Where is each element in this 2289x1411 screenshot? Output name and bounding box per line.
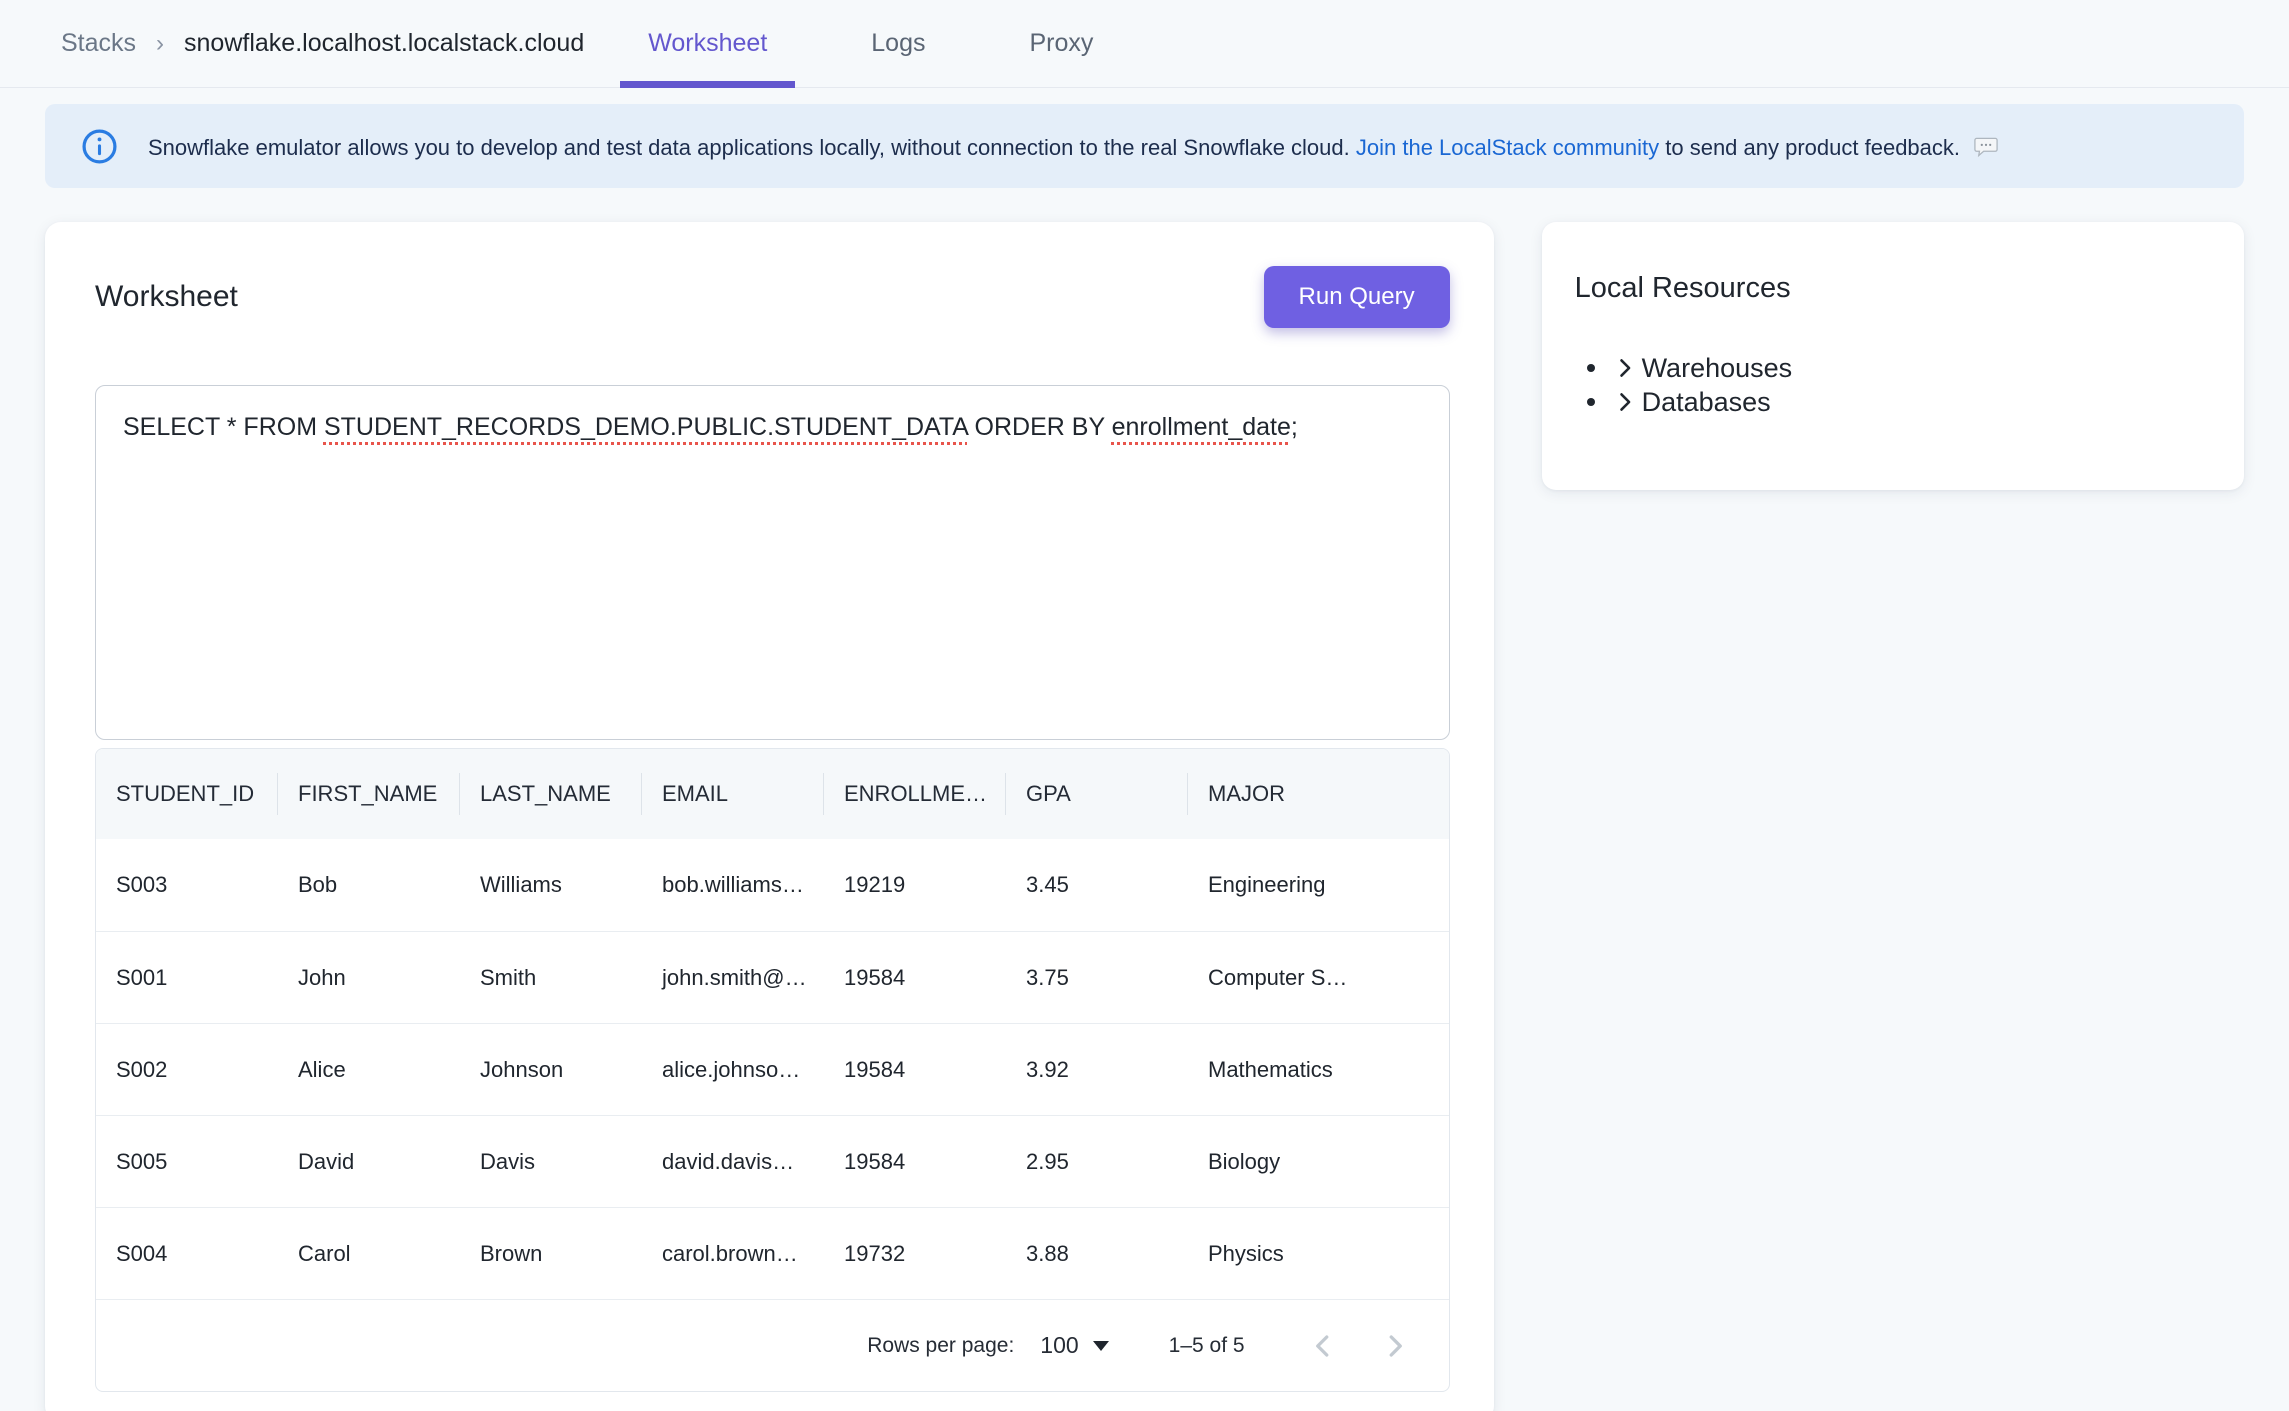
cell-student-id: S001	[96, 932, 278, 1023]
rows-per-page-label: Rows per page:	[867, 1334, 1014, 1358]
worksheet-card: Worksheet Run Query SELECT * FROM STUDEN…	[45, 222, 1494, 1411]
cell-gpa: 2.95	[1006, 1116, 1188, 1207]
cell-major: Engineering	[1188, 839, 1449, 931]
sql-order-by-clause: ORDER BY	[968, 413, 1112, 441]
resource-item-label: Databases	[1642, 387, 1771, 418]
cell-major: Computer S…	[1188, 932, 1449, 1023]
rows-per-page-select[interactable]: 100	[1040, 1332, 1108, 1359]
banner-text-after: to send any product feedback.	[1659, 135, 1960, 160]
column-header-major[interactable]: MAJOR	[1188, 749, 1449, 839]
cell-student-id: S004	[96, 1208, 278, 1299]
table-pagination: Rows per page: 100 1–5 of 5	[96, 1299, 1449, 1391]
column-header-enrollment-date[interactable]: ENROLLME…	[824, 749, 1006, 839]
cell-first-name: Alice	[278, 1024, 460, 1115]
sql-terminator: ;	[1291, 413, 1298, 441]
column-header-email[interactable]: EMAIL	[642, 749, 824, 839]
caret-down-icon	[1093, 1341, 1109, 1351]
cell-student-id: S005	[96, 1116, 278, 1207]
chevron-right-icon	[1377, 1328, 1413, 1364]
bullet-icon	[1587, 364, 1595, 372]
cell-email: john.smith@…	[642, 932, 824, 1023]
sql-select-clause: SELECT * FROM	[123, 413, 324, 441]
cell-last-name: Johnson	[460, 1024, 642, 1115]
tab-worksheet[interactable]: Worksheet	[620, 0, 795, 87]
local-resources-title: Local Resources	[1575, 272, 2214, 305]
local-resources-list: Warehouses Databases	[1575, 351, 2214, 419]
resource-item-warehouses[interactable]: Warehouses	[1587, 351, 2214, 385]
local-resources-card: Local Resources Warehouses Databases	[1542, 222, 2244, 490]
cell-first-name: Carol	[278, 1208, 460, 1299]
tab-logs[interactable]: Logs	[843, 0, 953, 87]
cell-student-id: S003	[96, 839, 278, 931]
previous-page-button[interactable]	[1287, 1310, 1359, 1382]
cell-major: Physics	[1188, 1208, 1449, 1299]
cell-gpa: 3.92	[1006, 1024, 1188, 1115]
cell-enrollment-date: 19219	[824, 839, 1006, 931]
chevron-left-icon	[1305, 1328, 1341, 1364]
cell-email: carol.brown…	[642, 1208, 824, 1299]
rows-per-page-value: 100	[1040, 1332, 1078, 1359]
banner-text: Snowflake emulator allows you to develop…	[148, 132, 2000, 161]
tab-proxy[interactable]: Proxy	[1002, 0, 1122, 87]
sql-order-column: enrollment_date	[1112, 413, 1291, 441]
resource-item-label: Warehouses	[1642, 353, 1793, 384]
column-header-first-name[interactable]: FIRST_NAME	[278, 749, 460, 839]
cell-first-name: David	[278, 1116, 460, 1207]
localstack-community-link[interactable]: Join the LocalStack community	[1356, 135, 1659, 160]
resource-item-databases[interactable]: Databases	[1587, 385, 2214, 419]
table-row[interactable]: S003 Bob Williams bob.williams… 19219 3.…	[96, 839, 1449, 931]
results-table: STUDENT_ID FIRST_NAME LAST_NAME EMAIL EN…	[95, 748, 1450, 1392]
breadcrumb-separator-icon: ›	[156, 30, 164, 58]
sql-table-reference: STUDENT_RECORDS_DEMO.PUBLIC.STUDENT_DATA	[324, 413, 968, 441]
top-nav: Stacks › snowflake.localhost.localstack.…	[0, 0, 2289, 88]
sql-editor[interactable]: SELECT * FROM STUDENT_RECORDS_DEMO.PUBLI…	[95, 385, 1450, 740]
cell-last-name: Davis	[460, 1116, 642, 1207]
cell-major: Biology	[1188, 1116, 1449, 1207]
chevron-right-icon[interactable]	[1611, 354, 1639, 382]
info-icon	[81, 128, 118, 165]
cell-last-name: Smith	[460, 932, 642, 1023]
cell-email: alice.johnso…	[642, 1024, 824, 1115]
table-row[interactable]: S002 Alice Johnson alice.johnso… 19584 3…	[96, 1023, 1449, 1115]
cell-enrollment-date: 19732	[824, 1208, 1006, 1299]
cell-enrollment-date: 19584	[824, 1116, 1006, 1207]
breadcrumb: Stacks › snowflake.localhost.localstack.…	[61, 0, 584, 87]
table-row[interactable]: S005 David Davis david.davis… 19584 2.95…	[96, 1115, 1449, 1207]
info-banner: Snowflake emulator allows you to develop…	[45, 104, 2244, 188]
breadcrumb-stacks-link[interactable]: Stacks	[61, 29, 136, 58]
next-page-button[interactable]	[1359, 1310, 1431, 1382]
worksheet-title: Worksheet	[95, 280, 238, 314]
cell-first-name: Bob	[278, 839, 460, 931]
cell-email: bob.williams…	[642, 839, 824, 931]
table-row[interactable]: S001 John Smith john.smith@… 19584 3.75 …	[96, 931, 1449, 1023]
cell-first-name: John	[278, 932, 460, 1023]
cell-gpa: 3.88	[1006, 1208, 1188, 1299]
pagination-controls	[1287, 1310, 1431, 1382]
cell-last-name: Williams	[460, 839, 642, 931]
cell-email: david.davis…	[642, 1116, 824, 1207]
cell-student-id: S002	[96, 1024, 278, 1115]
cell-enrollment-date: 19584	[824, 932, 1006, 1023]
chevron-right-icon[interactable]	[1611, 388, 1639, 416]
column-header-gpa[interactable]: GPA	[1006, 749, 1188, 839]
bullet-icon	[1587, 398, 1595, 406]
worksheet-card-header: Worksheet Run Query	[95, 266, 1450, 328]
column-header-student-id[interactable]: STUDENT_ID	[96, 749, 278, 839]
pagination-range: 1–5 of 5	[1169, 1334, 1245, 1358]
cell-enrollment-date: 19584	[824, 1024, 1006, 1115]
cell-major: Mathematics	[1188, 1024, 1449, 1115]
cell-gpa: 3.75	[1006, 932, 1188, 1023]
column-header-last-name[interactable]: LAST_NAME	[460, 749, 642, 839]
run-query-button[interactable]: Run Query	[1264, 266, 1450, 328]
table-row[interactable]: S004 Carol Brown carol.brown… 19732 3.88…	[96, 1207, 1449, 1299]
cell-gpa: 3.45	[1006, 839, 1188, 931]
cell-last-name: Brown	[460, 1208, 642, 1299]
breadcrumb-current-stack: snowflake.localhost.localstack.cloud	[184, 29, 584, 58]
tab-bar: Worksheet Logs Proxy	[620, 0, 1121, 87]
speech-bubble-icon	[1972, 132, 2000, 160]
main-content: Worksheet Run Query SELECT * FROM STUDEN…	[0, 188, 2289, 1411]
results-table-header-row: STUDENT_ID FIRST_NAME LAST_NAME EMAIL EN…	[96, 749, 1449, 839]
banner-text-before: Snowflake emulator allows you to develop…	[148, 135, 1356, 160]
